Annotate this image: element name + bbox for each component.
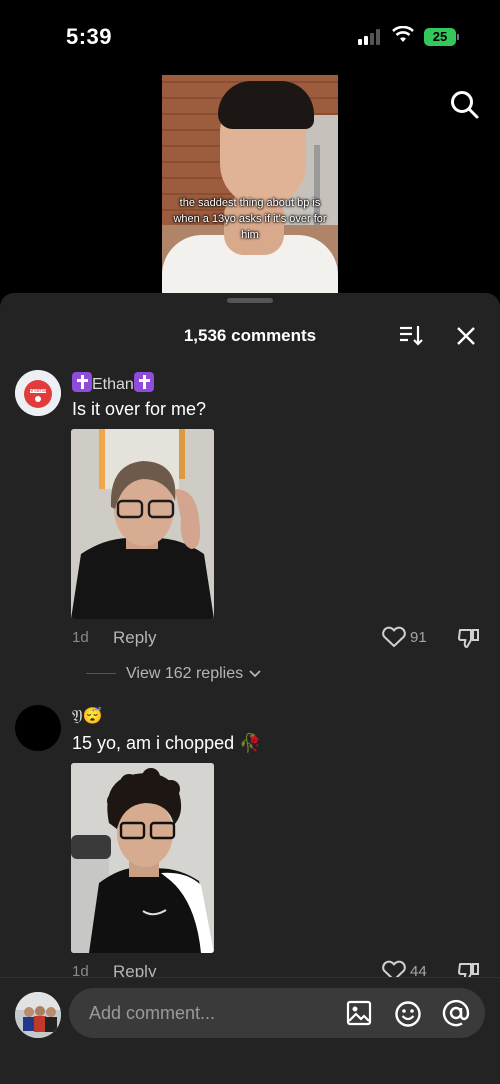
cellular-signal-icon: [358, 29, 384, 45]
comment-username[interactable]: 𝔜😴: [72, 706, 102, 726]
heart-icon[interactable]: [381, 626, 407, 648]
comment-input-box[interactable]: [69, 988, 485, 1038]
comment-text: 15 yo, am i chopped 🥀: [72, 733, 262, 753]
comments-sheet: 1,536 comments Arsenal Ethan Is it over …: [0, 293, 500, 1084]
drag-handle[interactable]: [227, 298, 273, 303]
like-count: 91: [410, 629, 427, 646]
dislike-icon[interactable]: [457, 627, 481, 649]
at-icon[interactable]: [442, 999, 470, 1027]
comment-text: Is it over for me?: [72, 399, 207, 419]
status-bar: 5:39 25: [0, 0, 500, 70]
comment-composer: [0, 977, 500, 1084]
comment-age: 1d: [72, 629, 89, 646]
comment-count: 1,536 comments: [183, 326, 317, 345]
image-icon[interactable]: [346, 1000, 372, 1026]
cross-icon: [133, 372, 154, 392]
avatar[interactable]: [15, 992, 61, 1038]
status-time: 5:39: [66, 24, 113, 49]
battery-indicator: 25: [424, 28, 459, 46]
wifi-icon: [392, 26, 414, 42]
comment-photo[interactable]: [71, 429, 214, 619]
close-icon[interactable]: [454, 324, 478, 348]
video-thumbnail[interactable]: the saddest thing about bp is when a 13y…: [162, 75, 338, 293]
avatar-logo-text: Arsenal: [29, 388, 48, 394]
search-icon[interactable]: [448, 88, 480, 120]
emoji-icon[interactable]: [394, 1000, 422, 1028]
avatar[interactable]: Arsenal: [15, 370, 61, 416]
sort-icon[interactable]: [398, 323, 424, 347]
video-caption: the saddest thing about bp is when a 13y…: [173, 197, 327, 241]
divider: [86, 673, 116, 675]
chevron-down-icon: [248, 670, 261, 678]
reply-button[interactable]: Reply: [113, 628, 156, 648]
comment-input[interactable]: [89, 1000, 339, 1026]
view-replies-button[interactable]: View 162 replies: [86, 665, 262, 683]
comment-username[interactable]: Ethan: [72, 372, 154, 394]
cross-icon: [72, 372, 92, 392]
avatar[interactable]: [15, 705, 61, 751]
comment-photo[interactable]: [71, 763, 214, 953]
